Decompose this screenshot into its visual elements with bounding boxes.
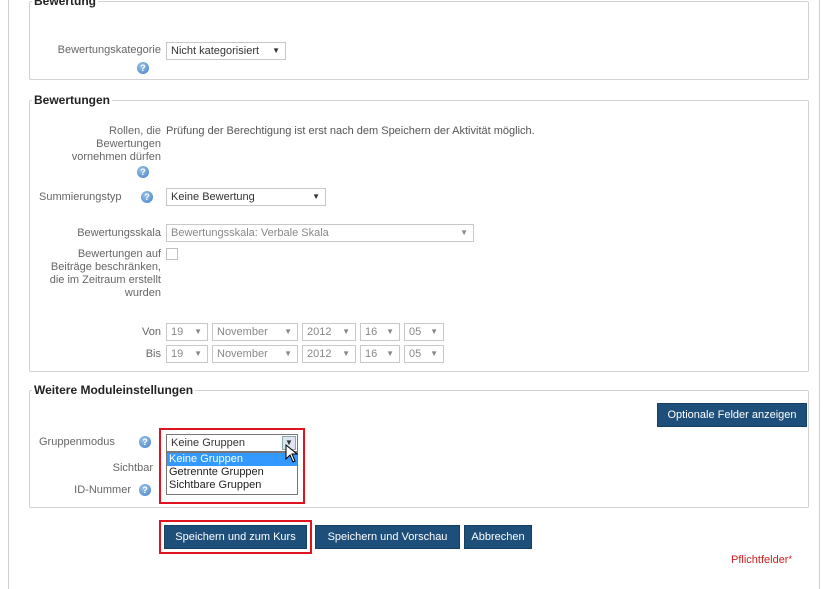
chevron-down-icon: ▼	[194, 349, 202, 358]
label-summierungstyp: Summierungstyp	[39, 191, 122, 203]
help-icon[interactable]: ?	[137, 166, 149, 178]
highlight-box-gruppenmodus	[159, 428, 305, 504]
show-optional-fields-button[interactable]: Optionale Felder anzeigen	[657, 403, 807, 427]
label-bewertungskategorie: Bewertungskategorie	[57, 44, 161, 56]
select-value: 19	[171, 348, 184, 360]
select-value: 2012	[307, 326, 332, 338]
chevron-down-icon: ▼	[272, 46, 280, 55]
checkbox-beschraenken[interactable]	[166, 248, 178, 260]
label-sichtbar: Sichtbar	[112, 462, 153, 474]
select-von-hour[interactable]: 16 ▼	[360, 323, 400, 341]
chevron-down-icon: ▼	[342, 349, 350, 358]
select-value: 19	[171, 326, 184, 338]
help-icon[interactable]: ?	[141, 191, 153, 203]
select-value: November	[217, 326, 268, 338]
select-bis-minute[interactable]: 05 ▼	[404, 345, 444, 363]
select-value: 05	[409, 326, 422, 338]
select-value: Nicht kategorisiert	[171, 45, 260, 57]
label-gruppenmodus: Gruppenmodus	[39, 436, 115, 448]
chevron-down-icon: ▼	[386, 327, 394, 336]
select-bewertungsskala[interactable]: Bewertungsskala: Verbale Skala ▼	[166, 224, 474, 242]
highlight-box-save	[159, 520, 312, 554]
help-icon[interactable]: ?	[137, 62, 149, 74]
select-value: Bewertungsskala: Verbale Skala	[171, 227, 329, 239]
label-rollen: Rollen, die Bewertungen vornehmen dürfen	[71, 125, 161, 163]
select-bis-year[interactable]: 2012 ▼	[302, 345, 356, 363]
select-value: 16	[365, 326, 378, 338]
select-summierungstyp[interactable]: Keine Bewertung ▼	[166, 188, 326, 206]
chevron-down-icon: ▼	[284, 327, 292, 336]
select-value: Keine Bewertung	[171, 191, 255, 203]
chevron-down-icon: ▼	[312, 192, 320, 201]
select-von-day[interactable]: 19 ▼	[166, 323, 208, 341]
legend-bewertungen: Bewertungen	[34, 93, 111, 107]
cancel-button[interactable]: Abbrechen	[464, 525, 532, 549]
help-icon[interactable]: ?	[139, 436, 151, 448]
chevron-down-icon: ▼	[342, 327, 350, 336]
select-von-month[interactable]: November ▼	[212, 323, 298, 341]
label-bis: Bis	[145, 348, 161, 360]
select-bis-month[interactable]: November ▼	[212, 345, 298, 363]
rollen-info-text: Prüfung der Berechtigung ist erst nach d…	[166, 125, 535, 137]
chevron-down-icon: ▼	[430, 349, 438, 358]
select-value: November	[217, 348, 268, 360]
required-asterisk: *	[788, 554, 792, 564]
form-frame: Bewertung Bewertungskategorie ? Nicht ka…	[8, 0, 820, 589]
chevron-down-icon: ▼	[386, 349, 394, 358]
select-bis-day[interactable]: 19 ▼	[166, 345, 208, 363]
help-icon[interactable]: ?	[139, 484, 151, 496]
select-bis-hour[interactable]: 16 ▼	[360, 345, 400, 363]
select-bewertungskategorie[interactable]: Nicht kategorisiert ▼	[166, 42, 286, 60]
label-von: Von	[142, 326, 161, 338]
chevron-down-icon: ▼	[430, 327, 438, 336]
select-von-minute[interactable]: 05 ▼	[404, 323, 444, 341]
select-value: 2012	[307, 348, 332, 360]
label-bewertungen-beschraenken: Bewertungen auf Beiträge beschränken, di…	[49, 248, 161, 299]
save-and-preview-button[interactable]: Speichern und Vorschau	[315, 525, 460, 549]
legend-bewertung: Bewertung	[34, 0, 97, 8]
select-value: 16	[365, 348, 378, 360]
label-bewertungsskala: Bewertungsskala	[77, 227, 161, 239]
required-fields-note: Pflichtfelder*	[731, 554, 792, 566]
required-note-text: Pflichtfelder	[731, 554, 789, 566]
chevron-down-icon: ▼	[194, 327, 202, 336]
select-von-year[interactable]: 2012 ▼	[302, 323, 356, 341]
chevron-down-icon: ▼	[284, 349, 292, 358]
legend-weitere: Weitere Moduleinstellungen	[34, 383, 194, 397]
label-idnummer: ID-Nummer	[74, 484, 131, 496]
select-value: 05	[409, 348, 422, 360]
chevron-down-icon: ▼	[460, 228, 468, 237]
